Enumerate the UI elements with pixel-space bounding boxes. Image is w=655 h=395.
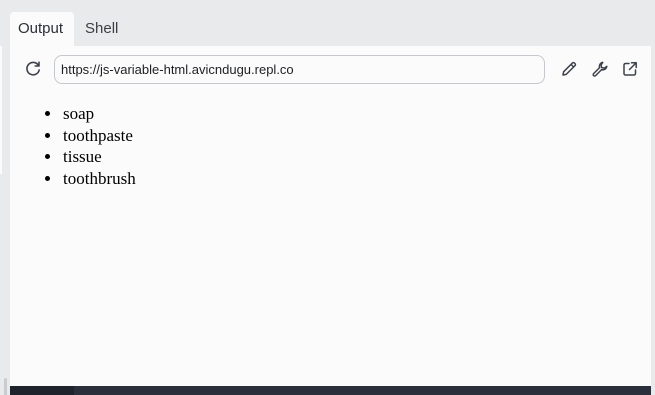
pencil-icon	[562, 61, 577, 76]
left-pane-stripe	[0, 46, 2, 174]
wrench-icon	[592, 61, 608, 77]
list-item: toothpaste	[62, 125, 651, 147]
edit-button[interactable]	[557, 57, 581, 81]
bottom-bar	[10, 386, 651, 395]
list-item: tissue	[62, 146, 651, 168]
tab-shell[interactable]: Shell	[77, 12, 126, 46]
left-pane-edge	[0, 46, 10, 395]
item-list: soap toothpaste tissue toothbrush	[10, 92, 651, 189]
open-in-new-tab-button[interactable]	[618, 57, 642, 81]
reload-icon	[26, 61, 40, 76]
resize-handle[interactable]	[4, 378, 7, 395]
devtools-button[interactable]	[588, 57, 612, 81]
replit-output-window: Output Shell https://js-variable-html.av…	[0, 0, 655, 395]
bottom-bar-segment	[10, 386, 74, 395]
right-pane-edge	[651, 46, 655, 395]
url-bar[interactable]	[54, 55, 545, 84]
list-item: soap	[62, 103, 651, 125]
output-panel: soap toothpaste tissue toothbrush	[10, 46, 651, 386]
reload-button[interactable]	[21, 57, 45, 81]
webview-content: soap toothpaste tissue toothbrush	[10, 92, 651, 386]
list-item: toothbrush	[62, 168, 651, 190]
tab-bar: Output Shell	[0, 0, 655, 46]
webview-toolbar	[10, 46, 651, 92]
url-input[interactable]	[61, 56, 539, 83]
external-link-icon	[623, 62, 637, 76]
tab-output[interactable]: Output	[10, 12, 74, 46]
